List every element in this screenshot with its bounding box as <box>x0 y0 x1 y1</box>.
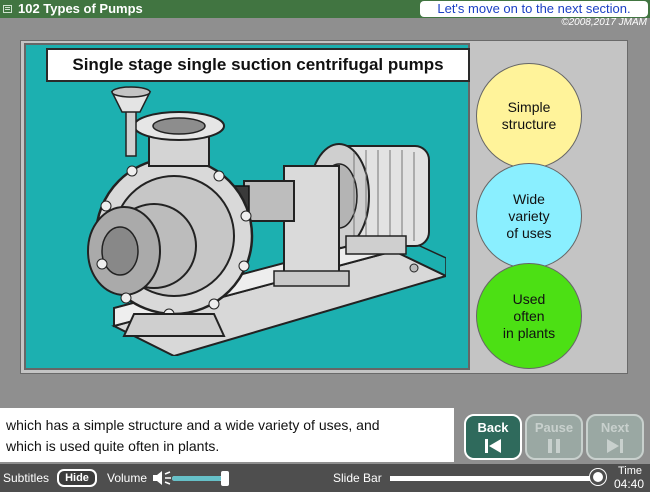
pause-icon <box>548 439 560 453</box>
subtitle-line-1: which has a simple structure and a wide … <box>6 417 380 433</box>
subtitles-label: Subtitles <box>3 471 50 485</box>
slide-progress-fill <box>390 476 596 481</box>
subtitle-line-2: which is used quite often in plants. <box>6 438 220 454</box>
volume-slider-handle[interactable] <box>221 471 229 486</box>
centrifugal-pump-illustration <box>87 86 446 356</box>
pause-button-label: Pause <box>534 420 574 435</box>
time-label: Time <box>618 465 643 477</box>
skip-next-icon <box>607 439 623 453</box>
feature-wide-variety: Wide variety of uses <box>476 163 582 269</box>
slide-title: Single stage single suction centrifugal … <box>46 48 470 82</box>
feature-used-in-plants: Used often in plants <box>476 263 582 369</box>
hide-subtitles-button[interactable]: Hide <box>57 469 97 487</box>
feature-simple-structure: Simple structure <box>476 63 582 169</box>
next-section-banner[interactable]: Let's move on to the next section. <box>420 1 648 17</box>
speaker-icon[interactable] <box>152 470 172 486</box>
back-button-label: Back <box>477 420 509 435</box>
slide-bar-label: Slide Bar <box>333 471 382 485</box>
next-button-label: Next <box>600 420 630 435</box>
slide-bar-track[interactable] <box>390 476 602 481</box>
pause-button[interactable]: Pause <box>525 414 583 460</box>
lesson-title: 102 Types of Pumps <box>18 1 143 16</box>
skip-back-icon <box>485 439 501 453</box>
volume-level-fill <box>172 476 223 481</box>
next-button[interactable]: Next <box>586 414 644 460</box>
back-button[interactable]: Back <box>464 414 522 460</box>
menu-icon[interactable] <box>3 5 12 13</box>
volume-label: Volume <box>107 471 148 485</box>
copyright-notice: ©2008,2017 JMAM <box>561 17 647 28</box>
time-value: 04:40 <box>614 477 645 491</box>
volume-slider-track[interactable] <box>172 476 228 481</box>
slide-bar-handle[interactable] <box>590 469 606 485</box>
